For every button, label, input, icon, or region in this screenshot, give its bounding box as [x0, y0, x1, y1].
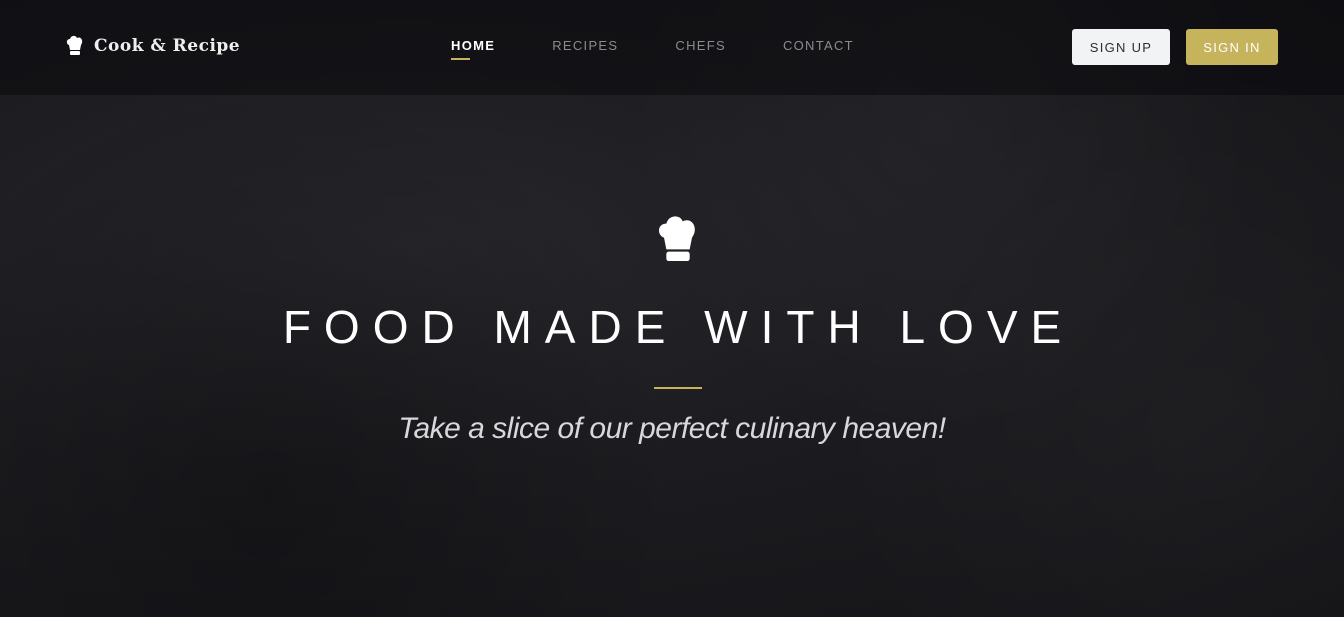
nav-contact[interactable]: CONTACT	[783, 38, 854, 53]
hero-title: FOOD MADE WITH LOVE	[282, 301, 1075, 353]
sign-up-button[interactable]: SIGN UP	[1072, 29, 1170, 65]
sign-in-button[interactable]: SIGN IN	[1186, 29, 1278, 65]
nav-recipes[interactable]: RECIPES	[552, 38, 618, 53]
brand-logo[interactable]: Cook & Recipe	[66, 35, 240, 57]
brand-name: Cook & Recipe	[94, 36, 241, 56]
accent-divider	[654, 387, 702, 389]
top-navbar: Cook & Recipe HOME RECIPES CHEFS CONTACT…	[0, 0, 1344, 95]
nav-chefs[interactable]: CHEFS	[675, 38, 726, 53]
nav-home[interactable]: HOME	[451, 38, 495, 60]
chef-hat-icon	[66, 35, 83, 55]
main-nav: HOME RECIPES CHEFS CONTACT	[451, 38, 854, 60]
hero-subtitle: Take a slice of our perfect culinary hea…	[398, 412, 946, 445]
chef-hat-icon	[659, 216, 695, 261]
